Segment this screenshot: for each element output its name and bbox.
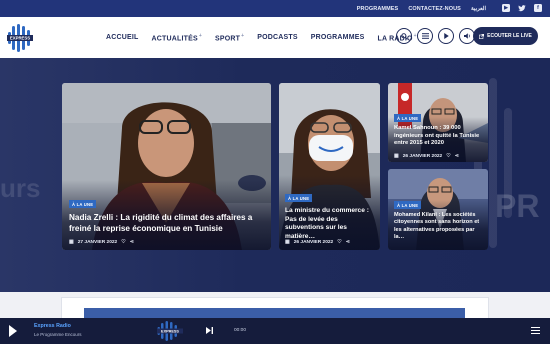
next-track-icon[interactable] [206,327,213,334]
express-logo[interactable]: EXPRESS [5,23,35,53]
listen-live-button[interactable]: ECOUTER LE LIVE [473,27,538,45]
twitter-icon[interactable] [518,4,526,12]
player-subtitle: Le Programme Encours [34,332,82,337]
nav-programmes-label: PROGRAMMES [310,34,365,41]
news-title[interactable]: La ministre du commerce : Pas de levée d… [285,207,375,242]
heart-icon[interactable]: ♡ [121,239,125,245]
nav-accueil-label: ACCUEIL [106,34,139,41]
news-date: 27 JANVIER 2022 [77,239,118,245]
background-decor-text: urs [0,173,41,203]
news-date: 26 JANVIER 2022 [293,239,334,245]
social-links: ▶ f [502,4,542,12]
facebook-icon[interactable]: f [534,4,542,12]
nav-programmes[interactable]: PROGRAMMES [311,34,365,41]
badge-a-la-une: À LA UNE [394,114,422,122]
top-utility-bar: PROGRAMMES CONTACTEZ-NOUS العربية ▶ f [0,0,550,17]
content-banner [84,308,465,318]
news-meta: ▦ 26 JANVIER 2022 ♡ ⋖ [394,153,459,159]
logo-text: EXPRESS [10,36,30,41]
calendar-icon: ▦ [394,153,399,159]
news-title[interactable]: Nadia Zrelli : La rigidité du climat des… [69,213,259,235]
search-button[interactable] [396,28,412,44]
main-nav: ACCUEIL ACTUALITÉS+ SPORT+ PODCASTS PROG… [106,17,417,58]
news-title[interactable]: Mohamed Kilani : Les sociétés citoyennes… [394,212,484,242]
nav-accueil[interactable]: ACCUEIL [106,34,139,41]
news-card-3[interactable]: À LA UNE Kamel Sahnoun : 39 000 ingénieu… [388,83,488,162]
main-header: EXPRESS ACCUEIL ACTUALITÉS+ SPORT+ PODCA… [0,17,550,58]
share-icon[interactable]: ⋖ [455,153,459,159]
external-link-icon [479,33,485,39]
nav-podcasts-label: PODCASTS [257,34,298,41]
menu-icon [421,33,429,39]
player-logo-text: EXPRESS [161,329,179,333]
top-link-arabic[interactable]: العربية [471,6,486,12]
badge-a-la-une: À LA UNE [69,200,97,208]
top-link-contact[interactable]: CONTACTEZ-NOUS [408,6,461,12]
calendar-icon: ▦ [285,239,290,245]
badge-a-la-une: À LA UNE [285,194,313,202]
nav-podcasts[interactable]: PODCASTS [257,34,298,41]
player-time: 00:00 [234,328,247,333]
background-decor-text-right: PR [495,188,540,224]
news-card-4[interactable]: À LA UNE Mohamed Kilani : Les sociétés c… [388,169,488,250]
content-section [0,292,550,322]
nav-sport-label: SPORT [214,35,241,43]
nav-actualites-label: ACTUALITÉS [151,35,198,43]
audio-player: Express Radio Le Programme Encours EXPRE… [0,318,550,344]
news-card-2[interactable]: À LA UNE La ministre du commerce : Pas d… [279,83,380,250]
news-title[interactable]: Kamel Sahnoun : 39 000 ingénieurs ont qu… [394,125,482,148]
play-icon [443,33,449,39]
calendar-icon: ▦ [69,239,74,245]
player-title: Express Radio [34,323,71,329]
plus-icon: + [198,32,202,39]
header-icon-buttons [396,28,475,44]
share-icon[interactable]: ⋖ [130,239,134,245]
news-date: 26 JANVIER 2022 [402,153,443,159]
player-logo: EXPRESS [157,321,183,341]
heart-icon[interactable]: ♡ [337,239,341,245]
nav-actualites[interactable]: ACTUALITÉS+ [152,33,202,42]
top-link-programmes[interactable]: PROGRAMMES [357,6,399,12]
top-links: PROGRAMMES CONTACTEZ-NOUS العربية [357,0,486,17]
playlist-icon[interactable] [531,327,540,335]
nav-sport[interactable]: SPORT+ [215,33,244,42]
news-meta: ▦ 26 JANVIER 2022 ♡ ⋖ [285,239,350,245]
badge-a-la-une: À LA UNE [394,201,422,209]
play-icon[interactable] [9,325,17,337]
plus-icon: + [241,32,245,39]
play-live-button[interactable] [438,28,454,44]
search-icon [400,32,408,40]
news-meta: ▦ 27 JANVIER 2022 ♡ ⋖ [69,239,134,245]
menu-button[interactable] [417,28,433,44]
youtube-icon[interactable]: ▶ [502,4,510,12]
volume-icon [463,33,470,39]
share-icon[interactable]: ⋖ [346,239,350,245]
news-card-main[interactable]: À LA UNE Nadia Zrelli : La rigidité du c… [62,83,271,250]
listen-live-label: ECOUTER LE LIVE [487,33,532,39]
heart-icon[interactable]: ♡ [446,153,450,159]
